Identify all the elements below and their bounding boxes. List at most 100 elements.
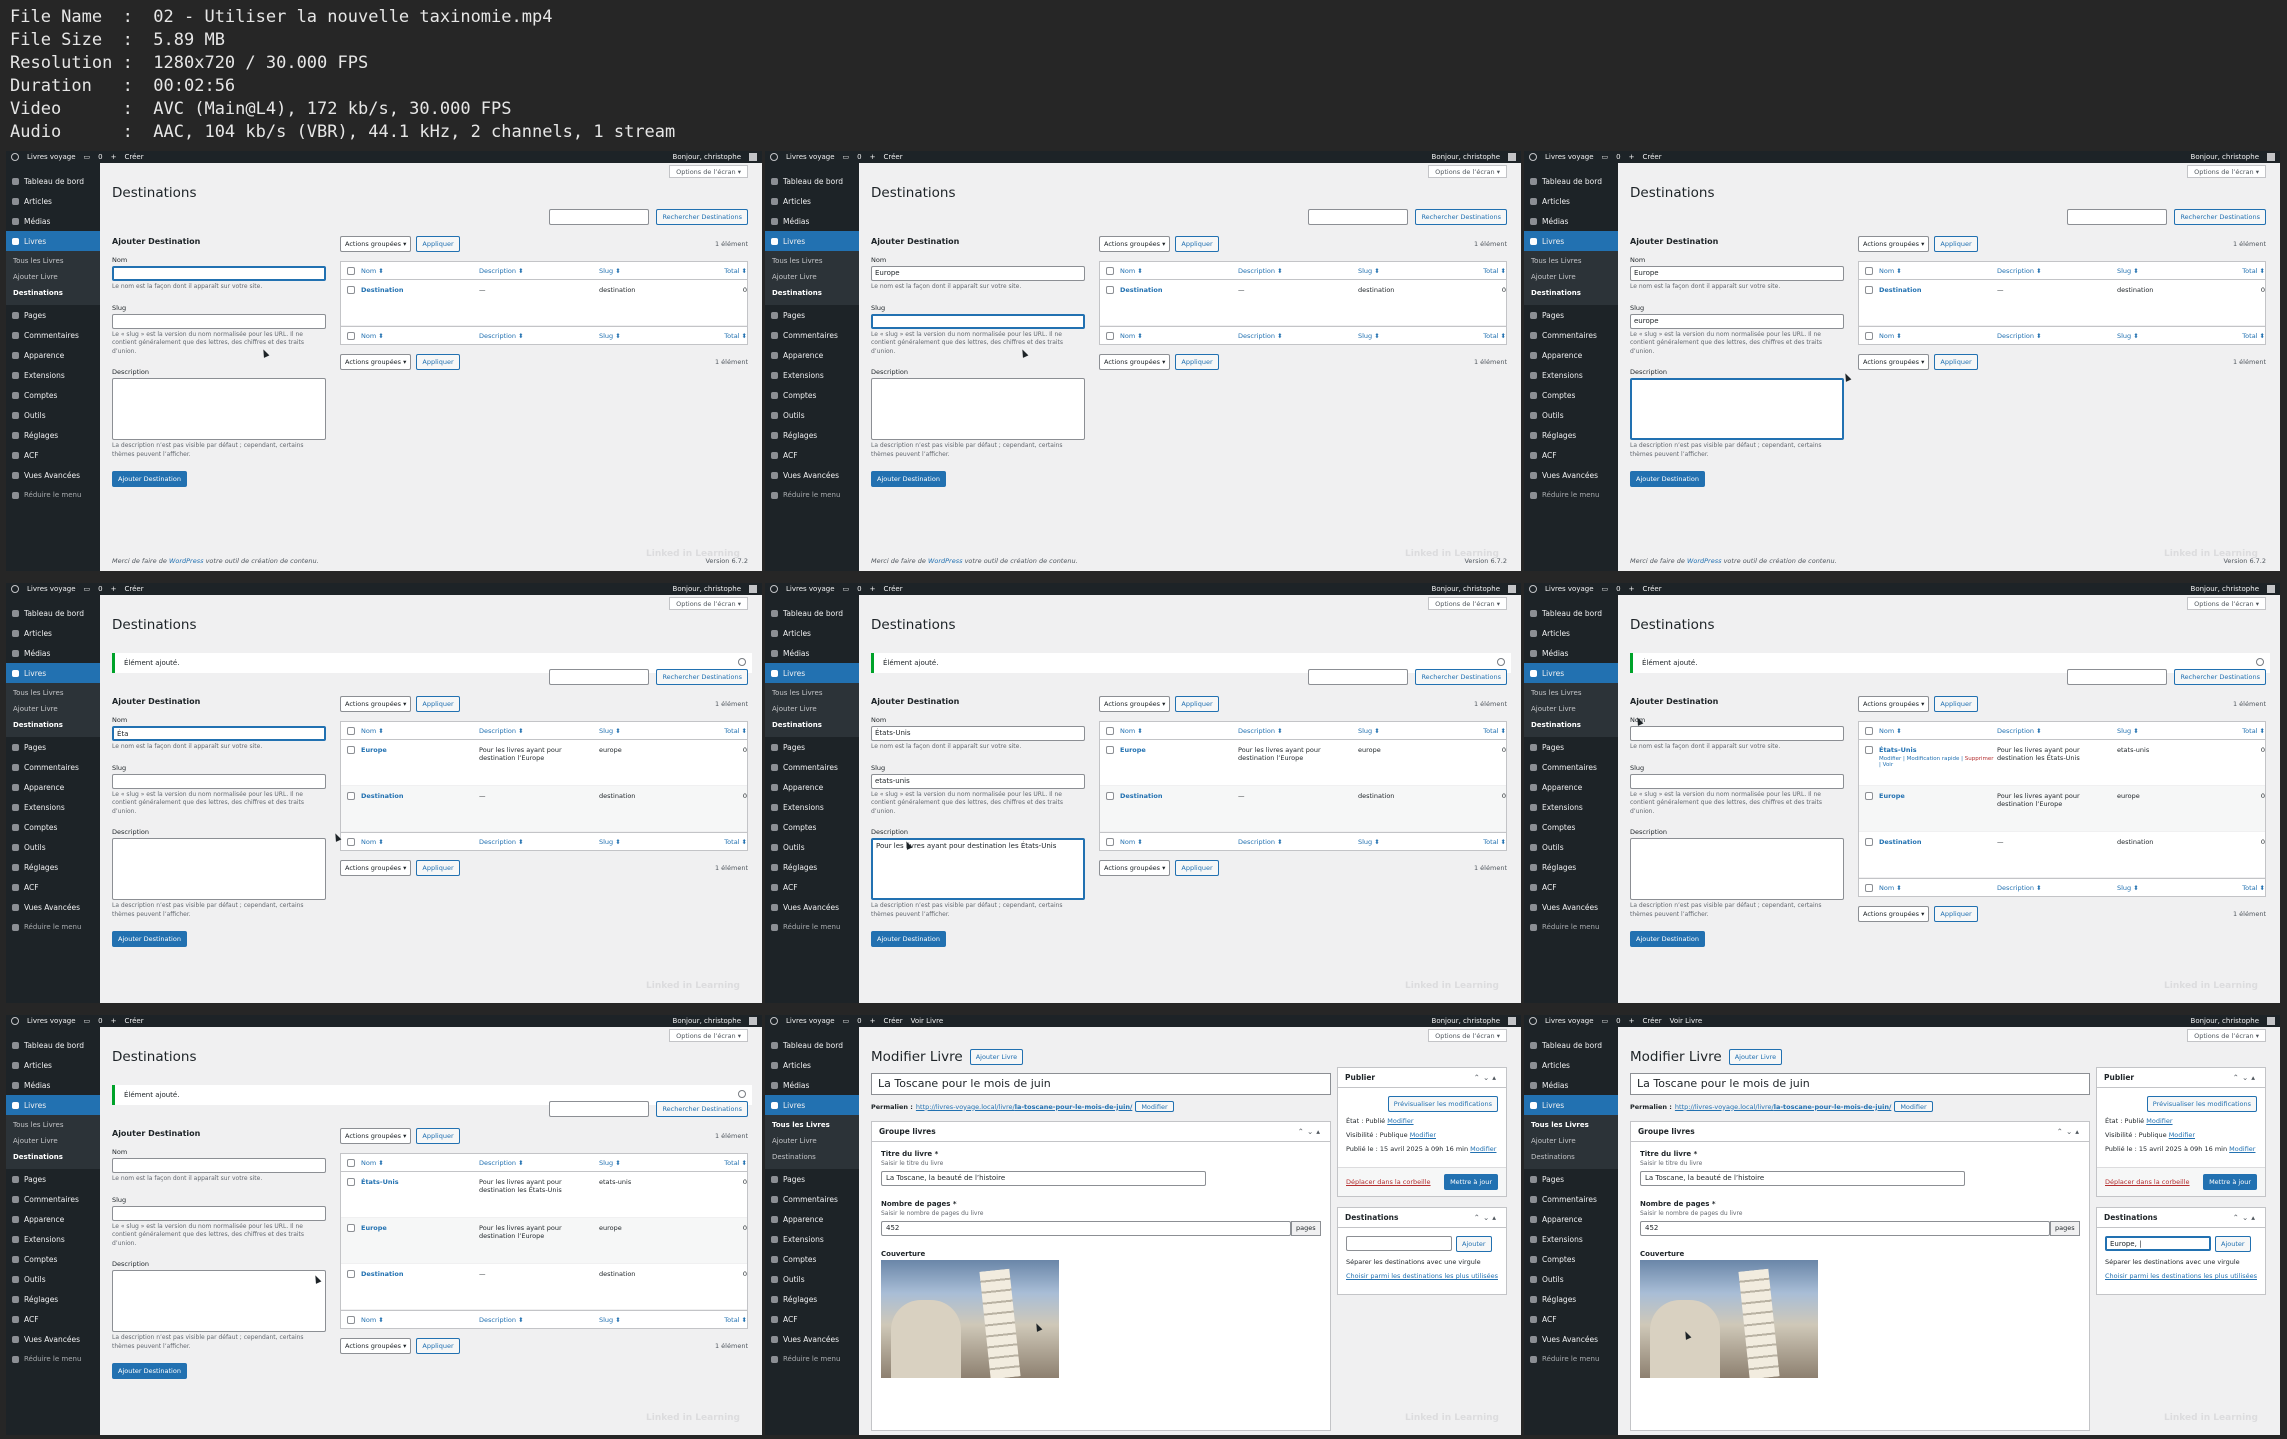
apply-button[interactable]: Appliquer [1175, 696, 1219, 712]
destinations-input[interactable]: Europe, | [2105, 1236, 2211, 1251]
term-name-link[interactable]: États-Unis [361, 1178, 399, 1186]
menu-item[interactable]: Médias [1524, 643, 1618, 663]
apply-button[interactable]: Appliquer [1934, 906, 1978, 922]
menu-item[interactable]: Extensions [1524, 1229, 1618, 1249]
column-header[interactable]: Slug ⬍ [1358, 727, 1466, 735]
submenu-item[interactable]: Ajouter Livre [765, 1133, 859, 1149]
select-all-checkbox[interactable] [347, 726, 355, 735]
menu-item[interactable]: Vues Avancées [765, 465, 859, 485]
menu-item[interactable]: Articles [6, 191, 100, 211]
term-name-link[interactable]: Europe [1120, 746, 1146, 754]
choose-destinations-link[interactable]: Choisir parmi les destinations les plus … [2105, 1272, 2257, 1281]
wordpress-logo-icon[interactable] [1529, 585, 1537, 593]
term-name-link[interactable]: États-Unis [1879, 746, 1917, 754]
collapse-menu-button[interactable]: Réduire le menu [6, 1349, 100, 1369]
menu-item[interactable]: Pages [6, 1169, 100, 1189]
menu-item[interactable]: Comptes [765, 1249, 859, 1269]
menu-item[interactable]: Vues Avancées [6, 465, 100, 485]
admin-bar-site-name[interactable]: Livres voyage [1545, 153, 1594, 161]
add-term-button[interactable]: Ajouter Destination [871, 471, 946, 487]
term-name-link[interactable]: Destination [1879, 286, 1921, 294]
term-name-link[interactable]: Europe [1879, 792, 1905, 800]
post-title-input[interactable]: La Toscane pour le mois de juin [871, 1073, 1331, 1095]
row-checkbox[interactable] [1865, 838, 1873, 846]
screen-options-button[interactable]: Options de l’écran ▾ [1428, 1029, 1507, 1042]
menu-item[interactable]: Pages [1524, 737, 1618, 757]
plus-icon[interactable]: + [870, 153, 876, 161]
row-checkbox[interactable] [1106, 792, 1114, 800]
column-header[interactable]: Nom ⬍ [361, 332, 479, 340]
menu-item[interactable]: Médias [765, 1075, 859, 1095]
dismiss-icon[interactable] [2256, 658, 2264, 666]
edit-date-link[interactable]: Modifier [1470, 1145, 1496, 1153]
new-content-link[interactable]: Créer [124, 153, 143, 161]
new-content-link[interactable]: Créer [1642, 1017, 1661, 1025]
menu-item[interactable]: Vues Avancées [765, 1329, 859, 1349]
search-input[interactable] [549, 1101, 650, 1117]
menu-item[interactable]: Extensions [1524, 365, 1618, 385]
cover-image[interactable] [881, 1260, 1059, 1378]
menu-item[interactable]: Livres [765, 663, 859, 683]
menu-item[interactable]: Extensions [765, 797, 859, 817]
menu-item[interactable]: Livres [1524, 1095, 1618, 1115]
new-content-link[interactable]: Créer [883, 153, 902, 161]
search-button[interactable]: Rechercher Destinations [2174, 209, 2266, 225]
menu-item[interactable]: Comptes [765, 385, 859, 405]
admin-greeting[interactable]: Bonjour, christophe [1432, 585, 1500, 593]
menu-item[interactable]: Livres [6, 231, 100, 251]
postbox-controls-icon[interactable]: ⌃⌄▴ [2233, 1073, 2258, 1082]
comments-count[interactable]: 0 [1616, 585, 1620, 593]
comments-icon[interactable]: ▭ [84, 585, 91, 593]
column-header[interactable]: Description ⬍ [1997, 727, 2117, 735]
menu-item[interactable]: Vues Avancées [1524, 465, 1618, 485]
bulk-actions-select[interactable]: Actions groupées ▾ [1099, 696, 1171, 712]
submenu-item[interactable]: Tous les Livres [6, 685, 100, 701]
column-header[interactable]: Nom ⬍ [1120, 267, 1238, 275]
menu-item[interactable]: Vues Avancées [6, 897, 100, 917]
update-button[interactable]: Mettre à jour [1444, 1174, 1498, 1190]
add-destination-button[interactable]: Ajouter [2215, 1236, 2251, 1252]
comments-count[interactable]: 0 [1616, 153, 1620, 161]
edit-date-link[interactable]: Modifier [2229, 1145, 2255, 1153]
submenu-item[interactable]: Destinations [1524, 717, 1618, 733]
screen-options-button[interactable]: Options de l’écran ▾ [2187, 165, 2266, 178]
new-content-link[interactable]: Créer [883, 1017, 902, 1025]
edit-visibility-link[interactable]: Modifier [1410, 1131, 1436, 1139]
menu-item[interactable]: Articles [1524, 191, 1618, 211]
row-checkbox[interactable] [347, 1224, 355, 1232]
row-checkbox[interactable] [1865, 792, 1873, 800]
postbox-controls-icon[interactable]: ⌃⌄▴ [2057, 1127, 2082, 1136]
column-header[interactable]: Total ⬍ [2225, 727, 2265, 735]
screen-options-button[interactable]: Options de l’écran ▾ [2187, 597, 2266, 610]
menu-item[interactable]: Médias [1524, 1075, 1618, 1095]
menu-item[interactable]: ACF [765, 877, 859, 897]
comments-icon[interactable]: ▭ [1602, 1017, 1609, 1025]
column-header[interactable]: Total ⬍ [707, 1316, 747, 1324]
column-header[interactable]: Slug ⬍ [599, 267, 707, 275]
screen-options-button[interactable]: Options de l’écran ▾ [1428, 165, 1507, 178]
edit-permalink-button[interactable]: Modifier [1894, 1101, 1933, 1112]
menu-item[interactable]: Livres [6, 663, 100, 683]
row-checkbox[interactable] [347, 792, 355, 800]
screen-options-button[interactable]: Options de l’écran ▾ [669, 1029, 748, 1042]
menu-item[interactable]: Extensions [765, 365, 859, 385]
column-header[interactable]: Slug ⬍ [1358, 267, 1466, 275]
apply-button[interactable]: Appliquer [1175, 354, 1219, 370]
edit-permalink-button[interactable]: Modifier [1135, 1101, 1174, 1112]
select-all-checkbox[interactable] [347, 837, 355, 846]
update-button[interactable]: Mettre à jour [2203, 1174, 2257, 1190]
row-checkbox[interactable] [347, 1270, 355, 1278]
select-all-checkbox[interactable] [1106, 331, 1114, 340]
select-all-checkbox[interactable] [1106, 837, 1114, 846]
bulk-actions-select[interactable]: Actions groupées ▾ [340, 696, 412, 712]
new-content-link[interactable]: Créer [1642, 585, 1661, 593]
comments-icon[interactable]: ▭ [843, 585, 850, 593]
menu-item[interactable]: Commentaires [1524, 1189, 1618, 1209]
search-button[interactable]: Rechercher Destinations [1415, 669, 1507, 685]
submenu-item[interactable]: Destinations [765, 1149, 859, 1165]
avatar[interactable] [749, 585, 757, 593]
menu-item[interactable]: Outils [1524, 1269, 1618, 1289]
submenu-item[interactable]: Destinations [6, 717, 100, 733]
wordpress-logo-icon[interactable] [770, 1017, 778, 1025]
description-field[interactable]: Pour les livres ayant pour destination l… [871, 838, 1085, 900]
